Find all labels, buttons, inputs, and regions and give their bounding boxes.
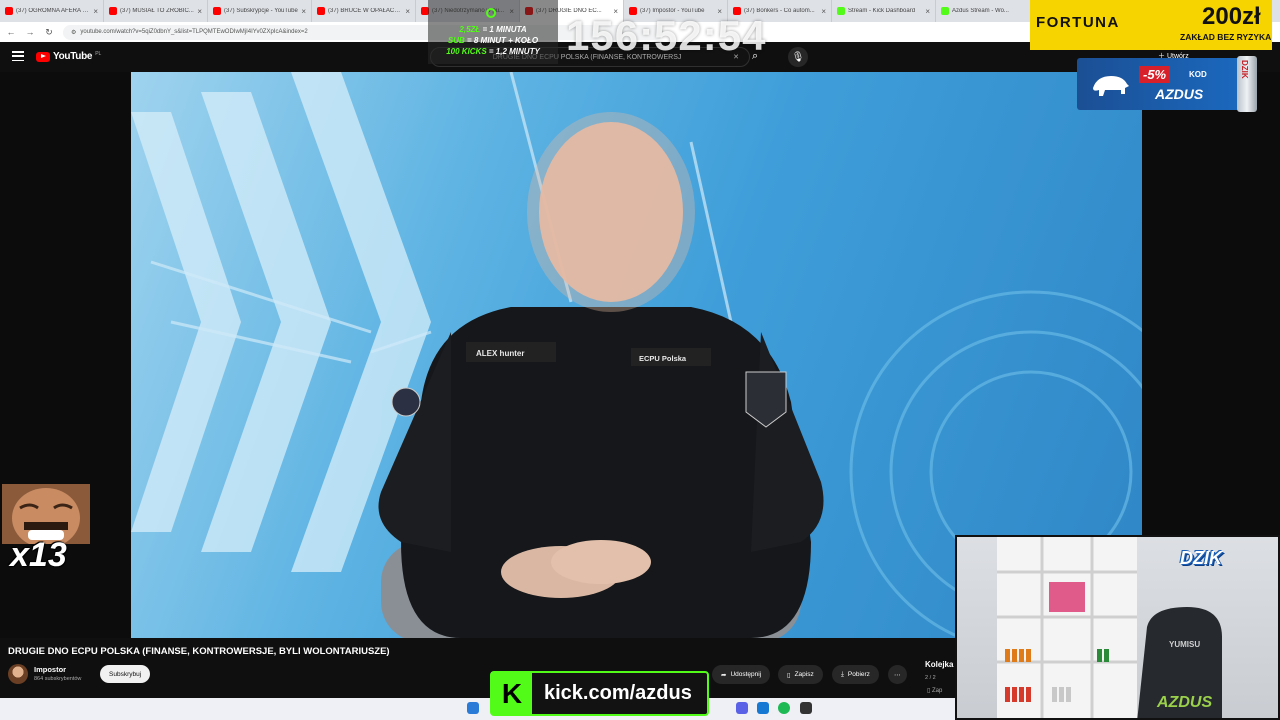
more-actions-button[interactable]: ⋯ (888, 665, 907, 684)
browser-tab[interactable]: (37) MUSIAŁ TO ZROBIĆ... × (104, 0, 208, 22)
goal-line-1: 2,5ZŁ = 1 MINUTA (428, 25, 558, 34)
streamer-webcam: YUMISU AZDUS (955, 535, 1280, 720)
youtube-favicon-icon (5, 7, 13, 15)
browser-tab-title: (37) OGROMNA AFERA M... (16, 8, 91, 14)
save-label: Zapisz (794, 671, 814, 678)
discord-icon[interactable] (736, 702, 748, 714)
close-tab-icon[interactable]: × (197, 7, 202, 16)
youtube-logo[interactable]: YouTube PL (36, 51, 101, 62)
close-tab-icon[interactable]: × (93, 7, 98, 16)
chair-brand-bottom: AZDUS (1156, 694, 1212, 711)
windows-start-icon[interactable] (467, 702, 479, 714)
download-icon: ⤓ (841, 670, 844, 678)
bookmark-icon: ▯ (787, 671, 791, 679)
youtube-favicon-icon (317, 7, 325, 15)
channel-avatar[interactable] (8, 664, 28, 684)
close-tab-icon[interactable]: × (301, 7, 306, 16)
goal-3-text: = 1,2 MINUTY (486, 47, 540, 56)
microphone-icon[interactable]: 🎙 (788, 47, 808, 67)
can-brand: DZIK (1240, 60, 1249, 79)
goal-2-prefix: SUB (447, 36, 465, 45)
promo-kod-label: KOD (1189, 70, 1207, 79)
back-icon[interactable]: ← (6, 27, 16, 37)
browser-tab-title: Stream - Kick Dashboard (848, 8, 916, 14)
fortuna-tagline: ZAKŁAD BEZ RYZYKA (1180, 32, 1272, 42)
browser-tab[interactable]: Azdus Stream - Wo...× (936, 0, 1040, 22)
person: ALEX hunter ECPU Polska (378, 112, 824, 638)
goal-2-text: = 8 MINUT + KOŁO (464, 36, 539, 45)
chair-brand-top: YUMISU (1169, 640, 1200, 649)
dzik-brand-logo: DZIK (1180, 548, 1222, 568)
app-window-icon[interactable] (757, 702, 769, 714)
spotify-icon[interactable] (778, 702, 790, 714)
channel-subscriber-count: 864 subskrybentów (34, 676, 82, 682)
emote-count: x13 (10, 536, 67, 574)
kick-channel-badge: K kick.com/azdus (490, 671, 709, 716)
youtube-wordmark: YouTube (53, 51, 93, 62)
close-tab-icon[interactable]: × (821, 7, 826, 16)
goal-line-2: SUB = 8 MINUT + KOŁO (428, 36, 558, 45)
browser-tab[interactable]: (37) Subskrypcje - YouTube × (208, 0, 312, 22)
goal-clock-icon (486, 8, 496, 18)
menu-icon[interactable] (12, 51, 24, 61)
share-icon: ➦ (721, 671, 727, 679)
energy-drink-can: DZIK (1237, 56, 1257, 112)
reload-icon[interactable]: ↻ (44, 27, 54, 38)
queue-save-button[interactable]: ▯ Zap (927, 687, 942, 694)
chest-patch-right-text: ECPU Polska (639, 354, 687, 363)
site-info-icon[interactable]: ⚙ (71, 29, 76, 36)
terminal-icon[interactable] (800, 702, 812, 714)
shoulder-badge-left (391, 387, 421, 417)
video-title: DRUGIE DNO ECPU POLSKA (FINANSE, KONTROW… (8, 646, 390, 657)
queue-title: Kolejka (925, 660, 954, 669)
goal-3-prefix: 100 KICKS (446, 47, 487, 56)
laughing-emote-icon (2, 484, 90, 548)
browser-tab-title: Azdus Stream - Wo... (952, 8, 1009, 14)
kick-favicon-icon (941, 7, 949, 15)
promo-code: AZDUS (1155, 86, 1204, 102)
chat-emote-combo: x13 (2, 484, 90, 578)
save-button[interactable]: ▯ Zapisz (778, 665, 823, 684)
download-button[interactable]: ⤓ Pobierz (832, 665, 879, 684)
subscribe-button[interactable]: Subskrybuj (100, 665, 151, 683)
kick-url: kick.com/azdus (544, 682, 692, 704)
close-tab-icon[interactable]: × (405, 7, 410, 16)
browser-tab-title: (37) Subskrypcje - YouTube (224, 8, 298, 14)
forward-icon[interactable]: → (25, 27, 35, 37)
youtube-favicon-icon (213, 7, 221, 15)
goal-1-text: = 1 MINUTA (480, 25, 527, 34)
browser-tab-title: (37) MUSIAŁ TO ZROBIĆ... (120, 8, 194, 14)
webcam-scene: YUMISU AZDUS (997, 537, 1222, 718)
promo-discount: -5% (1139, 66, 1171, 83)
kick-favicon-icon (837, 7, 845, 15)
fortuna-amount: 200zł (1202, 3, 1261, 30)
browser-tab[interactable]: (37) OGROMNA AFERA M... × (0, 0, 104, 22)
queue-position: 2 / 2 (925, 675, 936, 681)
youtube-favicon-icon (109, 7, 117, 15)
browser-tab-title: (37) BRUCE W OPAŁACH... (328, 8, 403, 14)
chest-patch-left-text: ALEX hunter (476, 349, 524, 358)
boar-icon (1093, 76, 1129, 96)
youtube-play-icon (36, 51, 50, 62)
browser-tab[interactable]: Stream - Kick Dashboard × (832, 0, 936, 22)
close-tab-icon[interactable]: × (925, 7, 930, 16)
browser-tab[interactable]: (37) BRUCE W OPAŁACH... × (312, 0, 416, 22)
share-label: Udostępnij (730, 671, 762, 678)
fortuna-brand: FORTUNA (1036, 14, 1120, 31)
goal-line-3: 100 KICKS = 1,2 MINUTY (428, 47, 558, 56)
url-text: youtube.com/watch?v=5qiZ0dbnY_s&list=TLP… (80, 29, 308, 35)
dzik-promo-banner: -5% KOD AZDUS DZIK (1077, 56, 1257, 112)
subathon-timer: 156:52:54 (566, 12, 767, 59)
kick-logo-icon: K (492, 673, 532, 714)
share-button[interactable]: ➦ Udostępnij (712, 665, 771, 684)
fortuna-ad-banner: FORTUNA 200zł ZAKŁAD BEZ RYZYKA (1030, 0, 1272, 50)
goal-1-prefix: 2,5ZŁ (459, 25, 481, 34)
channel-name[interactable]: Impostor (34, 665, 66, 674)
stream-goals-overlay: 2,5ZŁ = 1 MINUTA SUB = 8 MINUT + KOŁO 10… (428, 0, 558, 64)
region-code: PL (95, 50, 102, 57)
download-label: Pobierz (847, 671, 870, 678)
queue-save-label: Zap (931, 688, 943, 694)
